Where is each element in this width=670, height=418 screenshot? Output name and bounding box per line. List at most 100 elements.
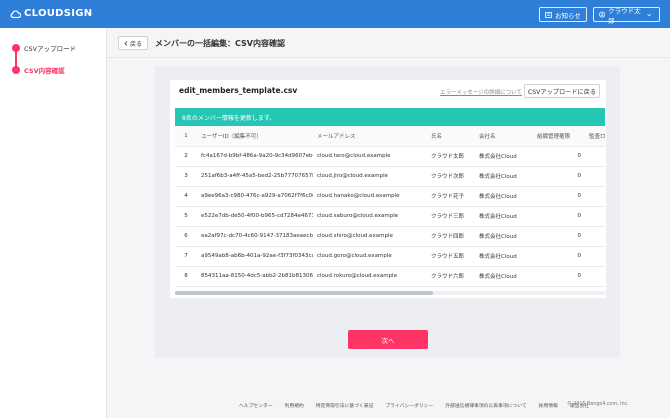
step-upload-label: CSVアップロード	[24, 45, 77, 53]
col-header-name: 氏名	[427, 126, 475, 147]
title-divider	[107, 57, 670, 58]
cell-name: クラウド花子	[427, 186, 475, 207]
cell-org-admin: 0	[533, 146, 585, 167]
user-name: クラウド太郎	[608, 6, 641, 25]
cell-name: クラウド六郎	[427, 266, 475, 287]
step-confirm-dot	[12, 66, 20, 74]
cell-row-number: 3	[175, 166, 197, 187]
table-row: 3 251af6b3-a4ff-45a5-bed2-25b77707657b clo…	[175, 166, 605, 187]
user-icon	[599, 11, 606, 18]
step-sidebar	[0, 28, 107, 418]
cell-name: クラウド次郎	[427, 166, 475, 187]
cell-company: 株式会社Cloud	[475, 226, 533, 247]
col-header-user-id: ユーザーID（編集不可）	[197, 126, 313, 147]
chevron-down-icon	[646, 13, 651, 16]
cell-user-id: ea2af97c-dc70-4c60-9147-37183aeaecbe	[197, 226, 313, 247]
cell-name: クラウド三郎	[427, 206, 475, 227]
footer-link-privacy[interactable]: プライバシーポリシー	[385, 402, 433, 409]
cell-email: cloud.shiro@cloud.example	[313, 226, 427, 247]
chevron-left-icon	[124, 40, 128, 46]
table-row: 2 fc4a167d-b9bf-486a-9a20-9c34d9607eb0 clo…	[175, 146, 605, 167]
cloudsign-logo[interactable]: CLOUDSIGN	[10, 8, 92, 19]
col-header-org-admin: 組織管理権限	[533, 126, 585, 147]
return-to-upload-button[interactable]: CSVアップロードに戻る	[524, 84, 600, 98]
next-button[interactable]: 次へ	[348, 330, 428, 349]
col-header-company: 会社名	[475, 126, 533, 147]
footer-links: ヘルプセンター 利用規約 特定商取引法に基づく表記 プライバシーポリシー 外部送…	[239, 402, 601, 409]
cell-org-admin: 0	[533, 246, 585, 267]
table-row: 8 854311aa-8150-4dc5-abb2-2b81b813064d clo…	[175, 266, 605, 287]
cell-email: cloud.jiro@cloud.example	[313, 166, 427, 187]
back-button[interactable]: 戻る	[118, 36, 148, 50]
cell-email: cloud.rokuro@cloud.example	[313, 266, 427, 287]
cell-user-id: a9ee96a3-c980-476c-a929-a7062f7f6c00	[197, 186, 313, 207]
csv-filename: edit_members_template.csv	[179, 86, 298, 95]
user-menu-button[interactable]: クラウド太郎	[593, 6, 660, 25]
cell-company: 株式会社Cloud	[475, 206, 533, 227]
cell-org-admin: 0	[533, 226, 585, 247]
cell-row-number: 5	[175, 206, 197, 227]
cell-org-admin: 0	[533, 266, 585, 287]
cell-row-number: 7	[175, 246, 197, 267]
cell-user-id: a9549ab8-ab6b-401a-92ae-f3f73f0343ca	[197, 246, 313, 267]
cell-user-id: e522e7db-de50-4f00-b965-cd7284e46730	[197, 206, 313, 227]
cell-row-number: 2	[175, 146, 197, 167]
cell-company: 株式会社Cloud	[475, 246, 533, 267]
col-header-email: メールアドレス	[313, 126, 427, 147]
notifications-label: お知らせ	[555, 11, 581, 20]
news-icon	[545, 11, 552, 18]
cell-user-id: fc4a167d-b9bf-486a-9a20-9c34d9607eb0	[197, 146, 313, 167]
cell-email: cloud.hanako@cloud.example	[313, 186, 427, 207]
cell-name: クラウド太郎	[427, 146, 475, 167]
cell-company: 株式会社Cloud	[475, 186, 533, 207]
cell-org-admin: 0	[533, 186, 585, 207]
table-row: 6 ea2af97c-dc70-4c60-9147-37183aeaecbe clo…	[175, 226, 605, 247]
col-header-row-number: 1	[175, 126, 197, 147]
cell-audit-log: 0	[585, 226, 605, 247]
cell-name: クラウド五郎	[427, 246, 475, 267]
cell-user-id: 854311aa-8150-4dc5-abb2-2b81b813064d	[197, 266, 313, 287]
cell-user-id: 251af6b3-a4ff-45a5-bed2-25b77707657b	[197, 166, 313, 187]
cell-company: 株式会社Cloud	[475, 266, 533, 287]
cell-row-number: 4	[175, 186, 197, 207]
step-confirm-label: CSV内容確認	[24, 67, 65, 75]
cell-email: cloud.saburo@cloud.example	[313, 206, 427, 227]
cell-company: 株式会社Cloud	[475, 146, 533, 167]
page-title: メンバーの一括編集：CSV内容確認	[155, 39, 285, 48]
footer-link-help[interactable]: ヘルプセンター	[239, 402, 273, 409]
cell-audit-log: 0	[585, 146, 605, 167]
cell-email: cloud.goro@cloud.example	[313, 246, 427, 267]
members-table-wrapper[interactable]: 1 ユーザーID（編集不可） メールアドレス 氏名 会社名 組織管理権限 監査ロ…	[175, 126, 605, 291]
footer-link-careers[interactable]: 採用情報	[539, 402, 558, 409]
notifications-button[interactable]: お知らせ	[539, 7, 587, 22]
cell-email: cloud.taro@cloud.example	[313, 146, 427, 167]
cell-org-admin: 0	[533, 206, 585, 227]
footer-link-commercial-law[interactable]: 特定商取引法に基づく表記	[316, 402, 374, 409]
update-banner: 8名のメンバー情報を更新します。	[175, 108, 605, 126]
update-banner-text: 8名のメンバー情報を更新します。	[182, 115, 276, 122]
error-details-link[interactable]: エラーメッセージの詳細について	[440, 88, 522, 96]
cell-audit-log: 0	[585, 246, 605, 267]
cell-org-admin: 0	[533, 166, 585, 187]
table-header-row: 1 ユーザーID（編集不可） メールアドレス 氏名 会社名 組織管理権限 監査ロ…	[175, 126, 605, 147]
footer-link-terms[interactable]: 利用規約	[285, 402, 304, 409]
step-upload-dot	[12, 44, 20, 52]
cell-audit-log: 0	[585, 166, 605, 187]
cell-company: 株式会社Cloud	[475, 166, 533, 187]
top-bar: CLOUDSIGN お知らせ クラウド太郎	[0, 0, 670, 28]
scrollbar-thumb[interactable]	[175, 291, 433, 295]
cell-row-number: 6	[175, 226, 197, 247]
cell-audit-log: 0	[585, 186, 605, 207]
cloud-icon	[10, 9, 21, 18]
table-row: 7 a9549ab8-ab6b-401a-92ae-f3f73f0343ca clo…	[175, 246, 605, 267]
copyright: © 2015 Bengo4.com, Inc.	[567, 402, 629, 407]
footer-link-external-transmission[interactable]: 外部送信規律事項の公表事項について	[445, 402, 526, 409]
col-header-audit-log: 監査ログ閲覧	[585, 126, 605, 147]
cell-audit-log: 0	[585, 266, 605, 287]
cell-row-number: 8	[175, 266, 197, 287]
table-row: 5 e522e7db-de50-4f00-b965-cd7284e46730 clo…	[175, 206, 605, 227]
brand-name: CLOUDSIGN	[24, 8, 93, 19]
cell-audit-log: 0	[585, 206, 605, 227]
table-row: 4 a9ee96a3-c980-476c-a929-a7062f7f6c00 clo…	[175, 186, 605, 207]
table-scrollbar[interactable]	[175, 291, 605, 295]
